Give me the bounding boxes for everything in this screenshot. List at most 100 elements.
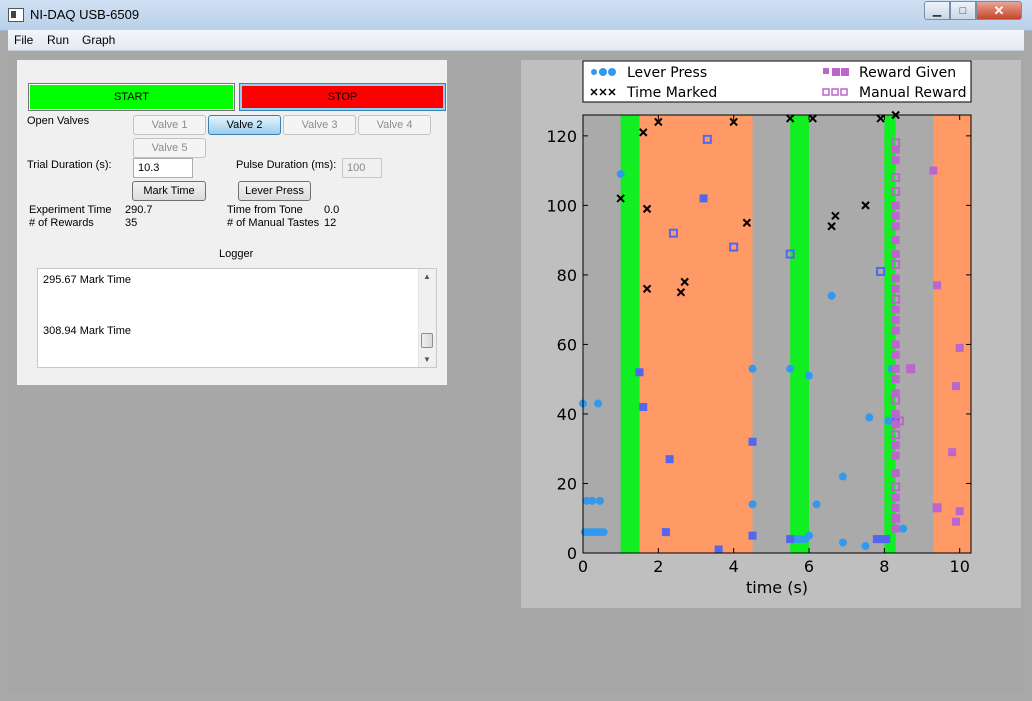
lever-press-point <box>594 399 603 408</box>
lever-press-point <box>786 364 795 373</box>
x-tick-label: 4 <box>729 557 739 576</box>
legend-label: Time Marked <box>626 85 717 101</box>
lever-press-point <box>595 496 604 505</box>
lever-press-point <box>599 528 608 537</box>
valve-2-button[interactable]: Valve 2 <box>208 115 281 135</box>
lever-press-point <box>838 472 847 481</box>
control-panel: START STOP Open Valves Valve 1 Valve 2 V… <box>17 60 447 385</box>
legend-marker <box>599 68 607 76</box>
reward-given-point <box>891 524 900 533</box>
reward-given-point <box>891 316 900 325</box>
close-button[interactable]: ✕ <box>976 1 1022 20</box>
reward-given-point <box>891 364 900 373</box>
legend-label: Reward Given <box>859 65 956 81</box>
trial-band <box>933 115 971 553</box>
lever-press-point <box>748 500 757 509</box>
reward-given-point <box>933 281 942 290</box>
time-from-tone-value: 0.0 <box>324 204 340 216</box>
menu-file[interactable]: File <box>14 33 33 47</box>
lever-press-squares-point <box>699 194 708 203</box>
lever-press-point <box>805 371 814 380</box>
y-tick-label: 20 <box>557 474 577 493</box>
legend-label: Manual Reward <box>859 85 966 101</box>
logger-scrollbar[interactable]: ▲ ▼ <box>418 269 436 367</box>
start-button[interactable]: START <box>28 83 235 111</box>
legend-marker <box>832 68 840 76</box>
reward-given-point <box>891 503 900 512</box>
y-tick-label: 0 <box>567 544 577 563</box>
x-tick-label: 8 <box>879 557 889 576</box>
lever-press-squares-point <box>748 437 757 446</box>
x-axis-label: time (s) <box>746 578 808 597</box>
reward-given-point <box>891 375 900 384</box>
rewards-value: 35 <box>125 217 138 229</box>
lever-press-point <box>827 291 836 300</box>
trial-duration-label: Trial Duration (s): <box>27 159 112 171</box>
y-tick-label: 60 <box>557 335 577 354</box>
reward-given-point <box>891 340 900 349</box>
maximize-button[interactable]: □ <box>950 1 976 20</box>
reward-given-point <box>891 274 900 283</box>
lever-press-point <box>838 538 847 547</box>
trial-duration-field[interactable]: 10.3 <box>133 158 193 178</box>
reward-given-point <box>951 382 960 391</box>
y-tick-label: 120 <box>546 127 577 146</box>
reward-given-point <box>891 451 900 460</box>
manual-tastes-value: 12 <box>324 217 337 229</box>
rewards-label: # of Rewards <box>29 217 94 229</box>
logger-title: Logger <box>219 248 254 260</box>
lever-press-point <box>812 500 821 509</box>
y-tick-label: 40 <box>557 405 577 424</box>
reward-given-point <box>891 493 900 502</box>
x-tick-label: 6 <box>804 557 814 576</box>
reward-given-point <box>948 448 957 457</box>
title-bar: NI-DAQ USB-6509 ▁ □ ✕ <box>0 0 1032 31</box>
lever-press-point <box>884 416 893 425</box>
reward-given-point <box>891 201 900 210</box>
pulse-duration-field[interactable]: 100 <box>342 158 382 178</box>
legend-marker <box>591 69 597 75</box>
stop-button[interactable]: STOP <box>239 83 446 111</box>
reward-given-point <box>951 517 960 526</box>
experiment-time-value: 290.7 <box>125 204 153 216</box>
reward-given-point <box>955 507 964 516</box>
experiment-time-label: Experiment Time <box>29 204 112 216</box>
legend-label: Lever Press <box>627 65 707 81</box>
log-line: 295.67 Mark Time <box>43 274 132 286</box>
y-tick-label: 100 <box>546 196 577 215</box>
lever-press-point <box>861 542 870 551</box>
legend-marker <box>608 68 616 76</box>
x-tick-label: 10 <box>950 557 970 576</box>
scroll-down-icon[interactable]: ▼ <box>423 355 431 364</box>
manual-tastes-label: # of Manual Tastes <box>227 217 320 229</box>
reward-given-point <box>955 343 964 352</box>
x-tick-label: 0 <box>578 557 588 576</box>
logger-textbox[interactable]: 295.67 Mark Time 308.94 Mark Time ▲ ▼ <box>37 268 437 368</box>
lever-press-point <box>899 524 908 533</box>
valve-1-button[interactable]: Valve 1 <box>133 115 206 135</box>
scroll-up-icon[interactable]: ▲ <box>423 272 431 281</box>
reward-given-point <box>891 441 900 450</box>
lever-press-squares-point <box>661 528 670 537</box>
open-valves-label: Open Valves <box>27 115 90 127</box>
lever-press-squares-point <box>882 535 891 544</box>
valve-3-button[interactable]: Valve 3 <box>283 115 356 135</box>
x-tick-label: 2 <box>653 557 663 576</box>
valve-4-button[interactable]: Valve 4 <box>358 115 431 135</box>
mark-time-button[interactable]: Mark Time <box>132 181 206 201</box>
valve-5-button[interactable]: Valve 5 <box>133 138 206 158</box>
tone-band <box>790 115 810 553</box>
reward-given-point <box>891 250 900 259</box>
scroll-thumb[interactable] <box>421 333 433 348</box>
lever-press-squares-point <box>665 455 674 464</box>
lever-press-button[interactable]: Lever Press <box>238 181 311 201</box>
lever-press-point <box>588 496 597 505</box>
minimize-button[interactable]: ▁ <box>924 1 950 20</box>
y-tick-label: 80 <box>557 266 577 285</box>
time-from-tone-label: Time from Tone <box>227 204 303 216</box>
menu-graph[interactable]: Graph <box>82 33 115 47</box>
menu-run[interactable]: Run <box>47 33 69 47</box>
log-line: 308.94 Mark Time <box>43 325 132 337</box>
plot-panel: 0 2 4 6 8 10 0 20 40 60 80 100 120 time (s) Lever Pres… <box>521 60 1021 608</box>
lever-press-point <box>748 364 757 373</box>
